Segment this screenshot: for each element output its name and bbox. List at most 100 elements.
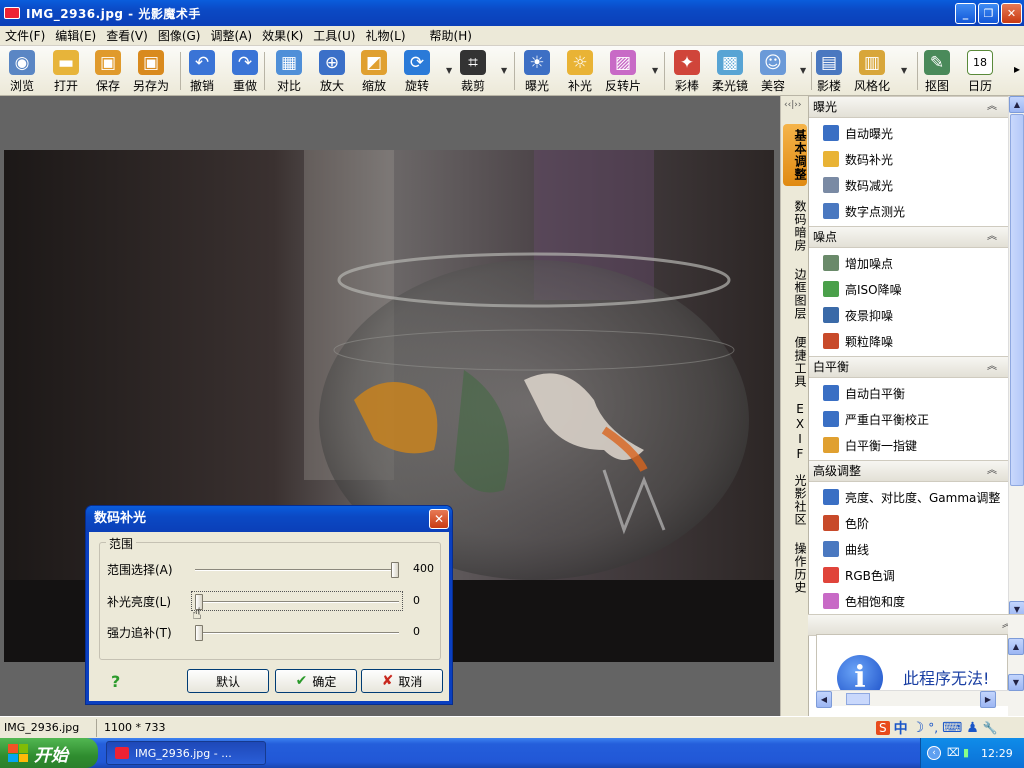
panel-item[interactable]: 白平衡一指键 <box>823 434 917 456</box>
toolbar-cutout-button[interactable]: ✎ 抠图 <box>915 48 959 94</box>
toolbar-soft-lens-button[interactable]: ▩ 柔光镜 <box>708 48 752 94</box>
section-header[interactable]: 曝光 ︽ <box>809 96 1009 118</box>
toolbar-calendar-button[interactable]: 18 日历 <box>958 48 1002 94</box>
scroll-thumb[interactable] <box>1010 114 1024 486</box>
section-header[interactable]: 噪点 ︽ <box>809 226 1009 248</box>
toolbar-rotate-button[interactable]: ⟳ 旋转 <box>395 48 439 94</box>
panel-item[interactable]: 自动白平衡 <box>823 382 905 404</box>
menu-effects[interactable]: 效果(K) <box>257 26 308 46</box>
collapse-icon[interactable]: ︽ <box>987 461 997 481</box>
info-vscrollbar[interactable]: ▲ ▼ <box>1008 618 1024 716</box>
panel-item[interactable]: 数码减光 <box>823 174 893 196</box>
info-section-header[interactable]: ︽ <box>808 614 1024 636</box>
tray-expand-icon[interactable]: ‹ <box>927 746 941 760</box>
minimize-button[interactable]: _ <box>955 3 976 24</box>
dialog-title[interactable]: 数码补光 <box>86 506 452 532</box>
panel-item[interactable]: 数字点测光 <box>823 200 905 222</box>
panel-item[interactable]: 高ISO降噪 <box>823 278 902 300</box>
slider-track[interactable] <box>195 601 399 603</box>
ime-halfwidth-icon[interactable]: ☽ <box>912 720 925 736</box>
toolbar-undo-button[interactable]: ↶ 撤销 <box>180 48 224 94</box>
toolbar-redo-button[interactable]: ↷ 重做 <box>223 48 267 94</box>
panel-item[interactable]: 曲线 <box>823 538 869 560</box>
dialog-close-button[interactable]: ✕ <box>429 509 449 529</box>
panel-item[interactable]: RGB色调 <box>823 564 895 586</box>
scroll-right-button[interactable]: ▶ <box>980 691 996 708</box>
toolbar-open-folder-button[interactable]: ▬ 打开 <box>44 48 88 94</box>
ime-chinese-mode[interactable]: 中 <box>894 718 908 738</box>
toolbar-more-icon[interactable]: ▸ <box>1014 62 1020 76</box>
toolbar-fill-light-button[interactable]: ☼ 补光 <box>558 48 602 94</box>
panel-item[interactable]: 数码补光 <box>823 148 893 170</box>
default-button[interactable]: 默认 <box>187 669 269 693</box>
menu-tools[interactable]: 工具(U) <box>308 26 360 46</box>
menu-image[interactable]: 图像(G) <box>153 26 206 46</box>
taskbar-app-item[interactable]: IMG_2936.jpg - ... <box>106 741 266 765</box>
title-bar[interactable]: IMG_2936.jpg - 光影魔术手 _ ❐ ✕ <box>0 0 1024 26</box>
hscroll-thumb[interactable] <box>846 693 870 705</box>
tab-history[interactable]: 操作历史 <box>783 538 807 598</box>
network-icon[interactable]: ⌧ <box>947 746 960 759</box>
ime-punct-icon[interactable]: °, <box>928 721 938 735</box>
ime-logo-icon[interactable]: S <box>876 721 890 735</box>
panel-item[interactable]: 色阶 <box>823 512 869 534</box>
menu-edit[interactable]: 编辑(E) <box>50 26 101 46</box>
dropdown-arrow-icon[interactable]: ▼ <box>901 66 907 75</box>
toolbar-color-wand-button[interactable]: ✦ 彩棒 <box>665 48 709 94</box>
toolbar-zoom-in-button[interactable]: ⊕ 放大 <box>310 48 354 94</box>
toolbar-crop-button[interactable]: ⌗ 裁剪 <box>451 48 495 94</box>
menu-help[interactable]: 帮助(H) <box>425 26 477 46</box>
ok-button[interactable]: ✔ 确定 <box>275 669 357 693</box>
ime-keyboard-icon[interactable]: ⌨ <box>942 720 962 736</box>
toolbar-exposure-button[interactable]: ☀ 曝光 <box>515 48 559 94</box>
collapse-icon[interactable]: ︽ <box>987 357 997 377</box>
menu-gifts[interactable]: 礼物(L) <box>360 26 410 46</box>
info-scroll-down[interactable]: ▼ <box>1008 674 1024 691</box>
slider-track[interactable] <box>195 632 399 634</box>
dropdown-arrow-icon[interactable]: ▼ <box>652 66 658 75</box>
ime-settings-icon[interactable]: 🔧 <box>983 721 998 735</box>
scroll-left-button[interactable]: ◀ <box>816 691 832 708</box>
toolbar-resize-button[interactable]: ◩ 缩放 <box>352 48 396 94</box>
tab-basic-adjust[interactable]: 基本调整 <box>783 124 807 186</box>
toolbar-studio-button[interactable]: ▤ 影楼 <box>807 48 851 94</box>
section-header[interactable]: 高级调整 ︽ <box>809 460 1009 482</box>
help-icon[interactable]: ? <box>111 672 120 691</box>
panel-item[interactable]: 颗粒降噪 <box>823 330 893 352</box>
slider-thumb[interactable] <box>195 625 203 641</box>
panel-item[interactable]: 亮度、对比度、Gamma调整 <box>823 486 1000 508</box>
dropdown-arrow-icon[interactable]: ▼ <box>501 66 507 75</box>
menu-file[interactable]: 文件(F) <box>0 26 50 46</box>
panel-item[interactable]: 自动曝光 <box>823 122 893 144</box>
panel-toggle-icon[interactable]: ‹‹|›› <box>784 100 801 110</box>
collapse-icon[interactable]: ︽ <box>987 97 997 117</box>
clock[interactable]: 12:29 <box>981 747 1013 760</box>
tab-exif[interactable]: EXIF <box>783 402 807 462</box>
tab-community[interactable]: 光影社区 <box>783 470 807 530</box>
panel-item[interactable]: 色相饱和度 <box>823 590 905 612</box>
collapse-icon[interactable]: ︽ <box>987 227 997 247</box>
slider-thumb[interactable] <box>391 562 399 578</box>
dropdown-arrow-icon[interactable]: ▼ <box>800 66 806 75</box>
info-hscrollbar[interactable]: ◀ ▶ <box>816 690 1008 708</box>
toolbar-save-button[interactable]: ▣ 保存 <box>86 48 130 94</box>
toolbar-stylize-button[interactable]: ▥ 风格化 <box>850 48 894 94</box>
panel-item[interactable]: 增加噪点 <box>823 252 893 274</box>
info-scroll-up[interactable]: ▲ <box>1008 638 1024 655</box>
toolbar-compare-button[interactable]: ▦ 对比 <box>267 48 311 94</box>
ime-toolbar[interactable]: S 中 ☽ °, ⌨ ♟ 🔧 <box>876 718 1002 738</box>
toolbar-browse-button[interactable]: ◉ 浏览 <box>0 48 44 94</box>
menu-view[interactable]: 查看(V) <box>101 26 153 46</box>
start-button[interactable]: 开始 <box>0 738 98 768</box>
tab-digital-darkroom[interactable]: 数码暗房 <box>783 196 807 256</box>
toolbar-beauty-button[interactable]: ☺ 美容 <box>751 48 795 94</box>
panel-item[interactable]: 严重白平衡校正 <box>823 408 929 430</box>
toolbar-reversal-film-button[interactable]: ▨ 反转片 <box>601 48 645 94</box>
close-button[interactable]: ✕ <box>1001 3 1022 24</box>
toolbar-save-as-button[interactable]: ▣ 另存为 <box>129 48 173 94</box>
cancel-button[interactable]: ✘ 取消 <box>361 669 443 693</box>
panel-item[interactable]: 夜景抑噪 <box>823 304 893 326</box>
slider-track[interactable] <box>195 569 399 571</box>
tab-border-layer[interactable]: 边框图层 <box>783 264 807 324</box>
panel-scrollbar[interactable]: ▲ ▼ <box>1008 96 1024 618</box>
